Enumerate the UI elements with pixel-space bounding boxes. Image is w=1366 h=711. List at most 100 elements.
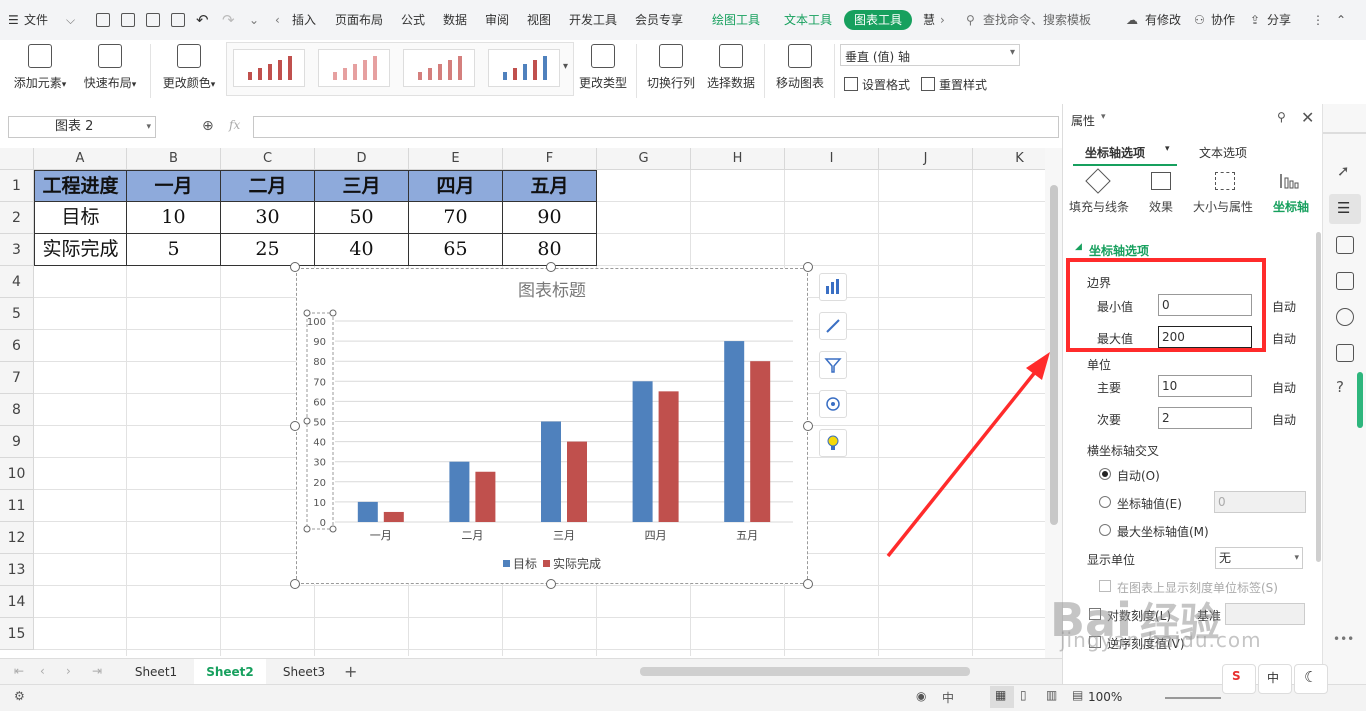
resize-handle[interactable] xyxy=(290,262,300,272)
chart-smart-lightbulb-icon[interactable] xyxy=(819,429,847,457)
resize-handle[interactable] xyxy=(803,262,813,272)
log-base-input[interactable] xyxy=(1225,603,1305,625)
quick-layout-button[interactable]: 快速布局▾ xyxy=(78,44,142,91)
chart-area[interactable]: 图表标题 0 10 20 30 40 50 60 70 80 90 100 一月 二月 三月 四月 五月 目标 实际… xyxy=(296,268,808,584)
normal-view-button[interactable]: ▦ xyxy=(990,686,1014,708)
table-cell[interactable]: 70 xyxy=(409,202,503,234)
column-header-d[interactable]: D xyxy=(315,148,409,170)
table-cell[interactable]: 三月 xyxy=(315,170,409,202)
select-pointer-icon[interactable]: ➚ xyxy=(1337,162,1350,180)
row-header-7[interactable]: 7 xyxy=(0,362,34,394)
switch-rowcol-button[interactable]: 切换行列 xyxy=(644,44,698,91)
sheet-tab-sheet3[interactable]: Sheet3 xyxy=(268,659,340,685)
tab-more[interactable]: 慧 xyxy=(923,10,935,30)
column-header-b[interactable]: B xyxy=(127,148,221,170)
reading-view-icon[interactable]: ▤ xyxy=(1072,688,1083,702)
chart-elements-icon[interactable] xyxy=(819,273,847,301)
share-button[interactable]: 分享 xyxy=(1267,10,1291,30)
subtab-size-properties[interactable]: 大小与属性 xyxy=(1193,198,1253,215)
export-pdf-icon[interactable] xyxy=(121,13,135,27)
sheet-tab-sheet2[interactable]: Sheet2 xyxy=(194,659,266,685)
major-unit-input[interactable]: 10 xyxy=(1158,375,1252,397)
column-header-f[interactable]: F xyxy=(503,148,597,170)
chart-settings-gear-icon[interactable] xyxy=(819,390,847,418)
table-cell[interactable]: 40 xyxy=(315,234,409,266)
redo-icon[interactable]: ↷ xyxy=(222,10,235,30)
chart-style-brush-icon[interactable] xyxy=(819,312,847,340)
collapse-triangle-icon[interactable]: ◢ xyxy=(1075,242,1082,252)
row-header-11[interactable]: 11 xyxy=(0,490,34,522)
horizontal-scrollbar-thumb[interactable] xyxy=(640,667,970,676)
tab-data[interactable]: 数据 xyxy=(443,10,467,30)
input-method-icon[interactable]: 中 xyxy=(942,689,954,706)
move-chart-button[interactable]: 移动图表 xyxy=(772,44,828,91)
location-icon[interactable] xyxy=(1336,308,1354,326)
resize-handle[interactable] xyxy=(803,579,813,589)
macro-icon[interactable]: ⚙ xyxy=(14,689,25,703)
column-header-c[interactable]: C xyxy=(221,148,315,170)
print-icon[interactable] xyxy=(146,13,160,27)
table-cell[interactable]: 90 xyxy=(503,202,597,234)
set-format-button[interactable]: 设置格式 xyxy=(844,76,910,93)
resize-handle[interactable] xyxy=(546,579,556,589)
row-header-6[interactable]: 6 xyxy=(0,330,34,362)
photo-icon[interactable] xyxy=(1336,272,1354,290)
chart-style-4[interactable] xyxy=(488,49,560,87)
row-header-8[interactable]: 8 xyxy=(0,394,34,426)
effects-icon[interactable] xyxy=(1151,172,1171,190)
column-header-g[interactable]: G xyxy=(597,148,691,170)
search-input[interactable]: 查找命令、搜索模板 xyxy=(983,10,1091,30)
column-header-h[interactable]: H xyxy=(691,148,785,170)
row-header-14[interactable]: 14 xyxy=(0,586,34,618)
add-element-button[interactable]: 添加元素▾ xyxy=(10,44,70,91)
next-sheet-icon[interactable]: › xyxy=(66,664,71,678)
table-cell[interactable]: 工程进度 xyxy=(34,170,127,202)
size-properties-icon[interactable] xyxy=(1215,172,1235,190)
tab-scroll-right-icon[interactable]: › xyxy=(940,10,945,30)
resize-handle[interactable] xyxy=(546,262,556,272)
name-box[interactable]: 图表 2 ▾ xyxy=(8,116,156,138)
table-cell[interactable]: 50 xyxy=(315,202,409,234)
table-cell[interactable]: 二月 xyxy=(221,170,315,202)
night-mode-moon-icon[interactable]: ☾ xyxy=(1294,664,1328,694)
eye-protect-icon[interactable]: ◉ xyxy=(916,689,926,703)
menu-icon[interactable]: ☰ xyxy=(8,10,19,30)
row-header-3[interactable]: 3 xyxy=(0,234,34,266)
row-header-2[interactable]: 2 xyxy=(0,202,34,234)
table-cell[interactable]: 30 xyxy=(221,202,315,234)
chart-element-select[interactable]: 垂直 (值) 轴 ▾ xyxy=(840,44,1020,66)
change-color-button[interactable]: 更改颜色▾ xyxy=(158,44,220,91)
resize-handle[interactable] xyxy=(290,421,300,431)
column-header-j[interactable]: J xyxy=(879,148,973,170)
tab-page-layout[interactable]: 页面布局 xyxy=(335,10,383,30)
zoom-slider[interactable] xyxy=(1165,697,1221,699)
tab-review[interactable]: 审阅 xyxy=(485,10,509,30)
tab-scroll-left-icon[interactable]: ‹ xyxy=(275,10,280,30)
undo-icon[interactable]: ↶ xyxy=(196,10,209,30)
styles-icon[interactable] xyxy=(1336,236,1354,254)
subtab-effects[interactable]: 效果 xyxy=(1149,198,1173,215)
table-cell[interactable]: 10 xyxy=(127,202,221,234)
cross-max-radio[interactable] xyxy=(1099,524,1111,536)
row-header-13[interactable]: 13 xyxy=(0,554,34,586)
display-units-select[interactable]: 无 ▾ xyxy=(1215,547,1303,569)
subtab-axis[interactable]: 坐标轴 xyxy=(1273,198,1309,215)
table-cell[interactable]: 25 xyxy=(221,234,315,266)
column-header-a[interactable]: A xyxy=(34,148,127,170)
sheet-tab-sheet1[interactable]: Sheet1 xyxy=(120,659,192,685)
row-header-12[interactable]: 12 xyxy=(0,522,34,554)
minor-unit-input[interactable]: 2 xyxy=(1158,407,1252,429)
row-header-15[interactable]: 15 xyxy=(0,618,34,650)
quick-access-more-icon[interactable]: ⌄ xyxy=(249,10,259,30)
properties-rail-button[interactable]: ☰ xyxy=(1329,194,1361,224)
book-icon[interactable] xyxy=(1336,344,1354,362)
axis-icon[interactable] xyxy=(1279,172,1301,190)
chart-filter-icon[interactable] xyxy=(819,351,847,379)
major-auto-button[interactable]: 自动 xyxy=(1272,379,1296,396)
reset-style-button[interactable]: 重置样式 xyxy=(921,76,987,93)
chevron-down-icon[interactable]: ⌵ xyxy=(66,10,75,30)
pin-icon[interactable]: ⚲ xyxy=(1277,110,1286,124)
tab-axis-options[interactable]: 坐标轴选项 ▾ xyxy=(1073,136,1177,166)
chart-style-3[interactable] xyxy=(403,49,475,87)
minor-auto-button[interactable]: 自动 xyxy=(1272,411,1296,428)
